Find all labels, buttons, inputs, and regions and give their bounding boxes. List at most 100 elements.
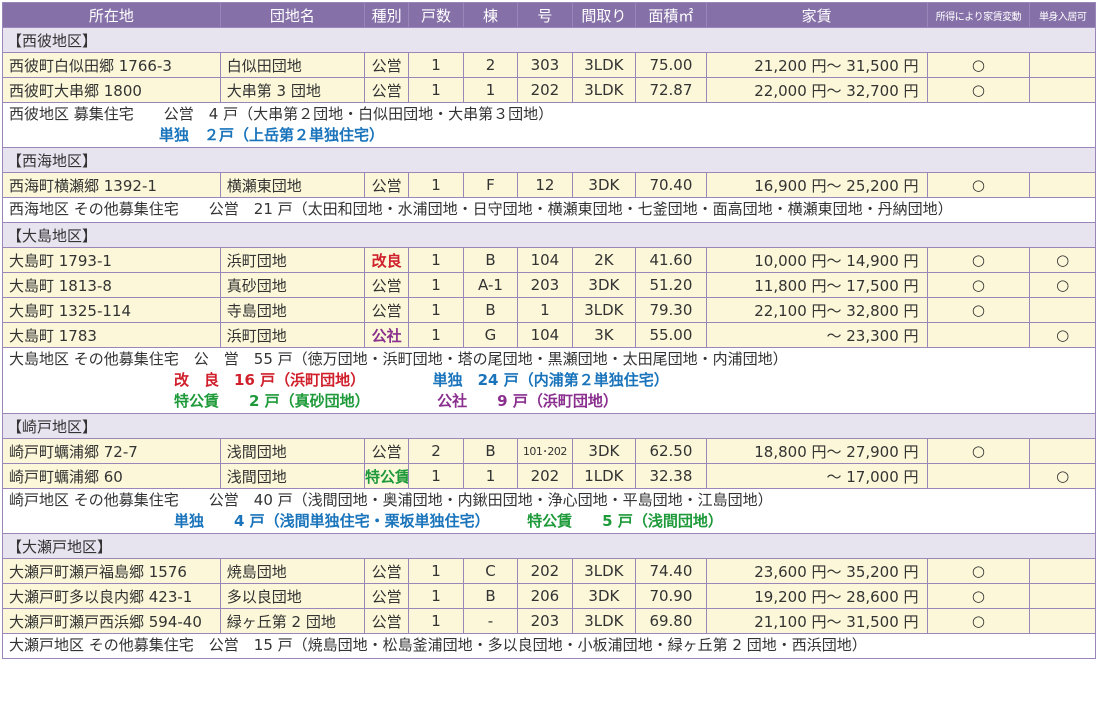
- type-cell: 公営: [363, 608, 410, 634]
- column-header-units: 戸数: [408, 2, 464, 28]
- table-row: 大瀬戸町瀬戸西浜郷 594-40 緑ヶ丘第 2 団地 公営 1-203 3LDK 69.8…: [2, 608, 1096, 634]
- income-variable-cell: [926, 322, 1031, 348]
- complex-name-cell: 寺島団地: [219, 297, 365, 323]
- building-cell: B: [462, 297, 519, 323]
- type-cell: 改良: [363, 247, 410, 273]
- single-occupancy-cell: [1029, 583, 1096, 609]
- address-cell: 大島町 1325-114: [2, 297, 221, 323]
- room-number-cell: 303: [517, 52, 573, 78]
- summary-segment: 単独 ２戸（上岳第２単独住宅）: [9, 126, 385, 144]
- layout-cell: 3LDK: [571, 608, 637, 634]
- table-row: 大島町 1813-8 真砂団地 公営 1 A-1 203 3DK 51.20 11,800 円〜…: [2, 272, 1096, 298]
- summary-segment: 大島地区 その他募集住宅 公 営 55 戸（徳万団地・浜町団地・塔の尾団地・黒瀬…: [9, 350, 788, 368]
- column-header-address: 所在地: [2, 2, 221, 28]
- summary-line: 特公賃 2 戸（真砂団地） 公社 9 戸（浜町団地）: [9, 391, 1089, 412]
- table-row: 大島町 1783 浜町団地 公社 1 G 104 3K 55.00 〜 23,300 円 ○: [2, 322, 1096, 348]
- table-row: 西海町横瀬郷 1392-1 横瀬東団地 公営 1 F 12 3DK 70.40 16,900 円…: [2, 172, 1096, 198]
- area-cell: 74.40: [635, 558, 707, 584]
- unit-count-cell: 1: [408, 247, 464, 273]
- type-cell: 公営: [363, 583, 410, 609]
- district-summary: 大瀬戸地区 その他募集住宅 公営 15 戸（焼島団地・松島釜浦団地・多以良団地・…: [2, 633, 1096, 659]
- unit-count-cell: 1: [408, 77, 464, 103]
- single-occupancy-cell: ○: [1029, 463, 1096, 489]
- room-number-cell: 104: [517, 322, 573, 348]
- area-cell: 75.00: [635, 52, 707, 78]
- layout-cell: 3LDK: [571, 77, 637, 103]
- table-body: 【西彼地区】 西彼町白似田郷 1766-3 白似田団地 公営 1 2 303 3LDK 75.0…: [2, 27, 1096, 659]
- unit-count-cell: 1: [408, 272, 464, 298]
- summary-segment: 西海地区 その他募集住宅 公営 21 戸（太田和団地・水浦団地・日守団地・横瀬東…: [9, 200, 953, 218]
- header-row: 所在地 団地名 種別 戸数棟号間取り 面積㎡ 家賃 所得により家賃変動 単身入居可: [2, 2, 1096, 28]
- building-cell: G: [462, 322, 519, 348]
- income-variable-cell: ○: [926, 558, 1031, 584]
- area-cell: 62.50: [635, 438, 707, 464]
- table-row: 大瀬戸町瀬戸福島郷 1576 焼島団地 公営 1 C 202 3LDK 74.40 23,600…: [2, 558, 1096, 584]
- table-row: 大島町 1793-1 浜町団地 改良 1 B 104 2K 41.60 10,000 円〜 14…: [2, 247, 1096, 273]
- type-cell: 特公賃: [363, 463, 410, 489]
- rent-cell: 〜 17,000 円: [705, 463, 928, 489]
- complex-name-cell: 浜町団地: [219, 247, 365, 273]
- single-occupancy-cell: ○: [1029, 247, 1096, 273]
- building-cell: -: [462, 608, 519, 634]
- complex-name-cell: 横瀬東団地: [219, 172, 365, 198]
- unit-count-cell: 1: [408, 583, 464, 609]
- layout-cell: 2K: [571, 247, 637, 273]
- column-header-room: 号: [517, 2, 573, 28]
- type-cell: 公営: [363, 52, 410, 78]
- district-summary-row: 西海地区 その他募集住宅 公営 21 戸（太田和団地・水浦団地・日守団地・横瀬東…: [2, 197, 1096, 223]
- building-cell: B: [462, 438, 519, 464]
- room-number-cell: 202: [517, 558, 573, 584]
- room-number-cell: 202: [517, 463, 573, 489]
- district-summary-row: 大瀬戸地区 その他募集住宅 公営 15 戸（焼島団地・松島釜浦団地・多以良団地・…: [2, 633, 1096, 659]
- layout-cell: 1LDK: [571, 463, 637, 489]
- single-occupancy-cell: [1029, 52, 1096, 78]
- income-variable-cell: ○: [926, 77, 1031, 103]
- housing-table: 所在地 団地名 種別 戸数棟号間取り 面積㎡ 家賃 所得により家賃変動 単身入居可 【西彼地区…: [2, 2, 1096, 659]
- summary-line: 大瀬戸地区 その他募集住宅 公営 15 戸（焼島団地・松島釜浦団地・多以良団地・…: [9, 635, 1089, 656]
- layout-cell: 3DK: [571, 172, 637, 198]
- summary-segment: 西彼地区 募集住宅 公営 4 戸（大串第２団地・白似田団地・大串第３団地）: [9, 105, 554, 123]
- area-cell: 70.40: [635, 172, 707, 198]
- summary-segment: 単独 4 戸（浅間単独住宅・栗坂単独住宅）: [9, 512, 528, 530]
- address-cell: 崎戸町蠣浦郷 60: [2, 463, 221, 489]
- single-occupancy-cell: [1029, 172, 1096, 198]
- complex-name-cell: 白似田団地: [219, 52, 365, 78]
- building-cell: 1: [462, 463, 519, 489]
- rent-cell: 21,100 円〜 31,500 円: [705, 608, 928, 634]
- layout-cell: 3DK: [571, 438, 637, 464]
- area-cell: 55.00: [635, 322, 707, 348]
- layout-cell: 3LDK: [571, 52, 637, 78]
- address-cell: 西海町横瀬郷 1392-1: [2, 172, 221, 198]
- room-number-cell: 203: [517, 272, 573, 298]
- type-cell: 公営: [363, 172, 410, 198]
- room-number-cell: 12: [517, 172, 573, 198]
- type-cell: 公営: [363, 297, 410, 323]
- type-cell: 公営: [363, 438, 410, 464]
- summary-line: 単独 ２戸（上岳第２単独住宅）: [9, 125, 1089, 146]
- column-header-area: 面積㎡: [635, 2, 707, 28]
- unit-count-cell: 1: [408, 463, 464, 489]
- area-cell: 41.60: [635, 247, 707, 273]
- rent-cell: 18,800 円〜 27,900 円: [705, 438, 928, 464]
- building-cell: B: [462, 247, 519, 273]
- summary-segment: 特公賃 5 戸（浅間団地）: [527, 512, 723, 530]
- summary-segment: 単独 24 戸（内浦第２単独住宅）: [402, 371, 669, 389]
- area-cell: 79.30: [635, 297, 707, 323]
- income-variable-cell: ○: [926, 583, 1031, 609]
- building-cell: B: [462, 583, 519, 609]
- rent-cell: 〜 23,300 円: [705, 322, 928, 348]
- income-variable-cell: ○: [926, 438, 1031, 464]
- building-cell: C: [462, 558, 519, 584]
- district-header-row: 【西海地区】: [2, 147, 1096, 173]
- area-cell: 32.38: [635, 463, 707, 489]
- single-occupancy-cell: [1029, 77, 1096, 103]
- layout-cell: 3LDK: [571, 558, 637, 584]
- district-summary: 崎戸地区 その他募集住宅 公営 40 戸（浅間団地・奥浦団地・内鍬田団地・浄心団…: [2, 488, 1096, 534]
- table-row: 大瀬戸町多以良内郷 423-1 多以良団地 公営 1 B 206 3DK 70.90 19,20…: [2, 583, 1096, 609]
- unit-count-cell: 1: [408, 322, 464, 348]
- rent-cell: 23,600 円〜 35,200 円: [705, 558, 928, 584]
- column-header-building: 棟: [462, 2, 519, 28]
- complex-name-cell: 真砂団地: [219, 272, 365, 298]
- unit-count-cell: 1: [408, 172, 464, 198]
- rent-cell: 22,000 円〜 32,700 円: [705, 77, 928, 103]
